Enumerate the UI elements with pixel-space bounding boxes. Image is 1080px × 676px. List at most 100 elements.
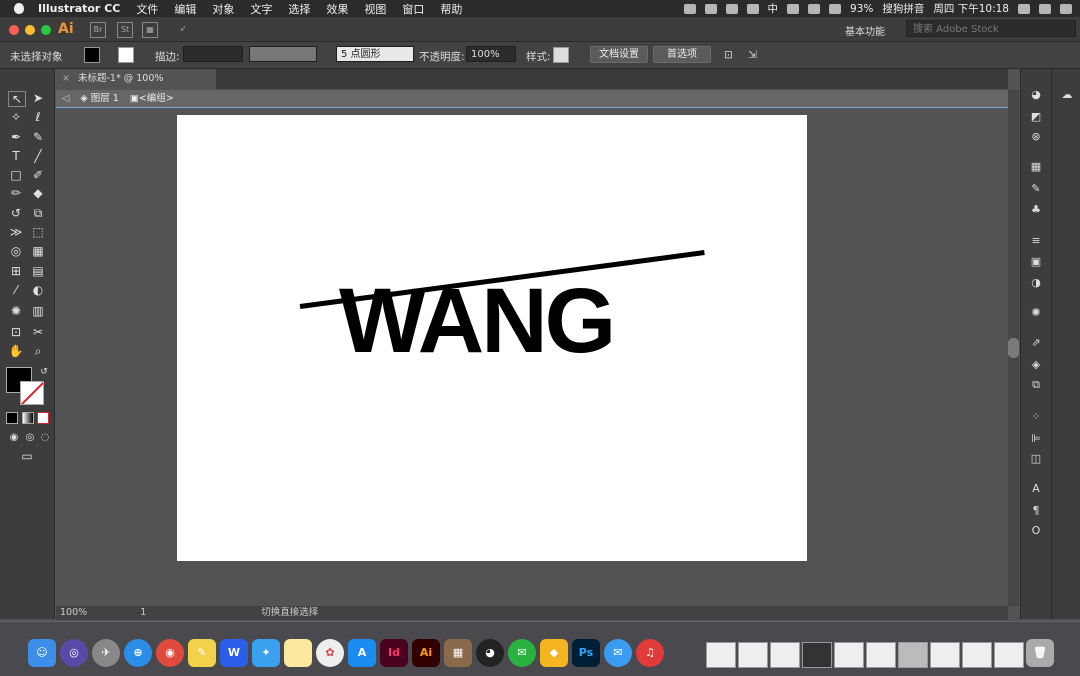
minimized-window-thumbnail[interactable]	[962, 642, 992, 668]
minimized-window-thumbnail[interactable]	[994, 642, 1024, 668]
minimized-window-thumbnail[interactable]	[834, 642, 864, 668]
cloud-icon[interactable]	[704, 3, 717, 14]
back-arrow-icon[interactable]: ◁	[62, 93, 69, 104]
wifi-icon[interactable]	[808, 3, 821, 14]
zoom-level-field[interactable]: 100%	[60, 607, 87, 618]
appearance-icon[interactable]: ✺	[1029, 307, 1043, 319]
siri-dock-icon[interactable]: ◎	[60, 639, 88, 667]
pen-tool-icon[interactable]: ✒	[8, 130, 24, 144]
slice-tool-icon[interactable]: ✂	[30, 325, 46, 339]
calculator-icon[interactable]: ▦	[444, 639, 472, 667]
volume-icon[interactable]	[829, 3, 842, 14]
ime-name[interactable]: 搜狗拼音	[882, 1, 924, 16]
blend-tool-icon[interactable]: ◐	[30, 283, 46, 297]
feishu-icon[interactable]: ✦	[252, 639, 280, 667]
trash-icon[interactable]: 🗑	[1026, 639, 1054, 667]
width-tool-icon[interactable]: ≫	[8, 225, 24, 239]
status-message[interactable]: 切换直接选择	[261, 607, 318, 618]
wps-icon[interactable]: W	[220, 639, 248, 667]
menu-file[interactable]: 文件	[136, 1, 158, 17]
app-menu[interactable]: Illustrator CC	[38, 2, 120, 15]
color-guide-icon[interactable]: ◩	[1029, 111, 1043, 123]
messages-icon[interactable]: ✉	[604, 639, 632, 667]
libraries-icon[interactable]: ⊛	[1029, 131, 1043, 143]
netease-music-icon[interactable]: ♫	[636, 639, 664, 667]
stroke-color-box[interactable]	[20, 381, 44, 405]
zoom-tool-icon[interactable]: ⌕	[30, 344, 46, 358]
qq-icon[interactable]: ◕	[476, 639, 504, 667]
indesign-icon[interactable]: Id	[380, 639, 408, 667]
artboard-tool-icon[interactable]: ⊡	[8, 325, 24, 339]
notes-app-icon[interactable]: ✎	[188, 639, 216, 667]
paragraph-panel-icon[interactable]: ¶	[1029, 505, 1043, 517]
creative-cloud-libraries-icon[interactable]: ☁	[1060, 89, 1074, 101]
breadcrumb-group[interactable]: <编组>	[139, 93, 174, 104]
character-panel-icon[interactable]: A	[1029, 483, 1043, 495]
menu-select[interactable]: 选择	[288, 1, 310, 17]
battery-percent[interactable]: 93%	[850, 3, 873, 15]
screen-mode-icon[interactable]: ▭	[19, 449, 35, 463]
hand-tool-icon[interactable]: ✋	[8, 344, 24, 358]
scale-tool-icon[interactable]: ⧉	[30, 206, 46, 220]
bridge-icon[interactable]: Br	[90, 22, 106, 38]
apple-menu-icon[interactable]	[14, 3, 24, 14]
mesh-tool-icon[interactable]: ⊞	[8, 264, 24, 278]
document-setup-button[interactable]: 文档设置	[590, 46, 648, 63]
eyedropper-tool-icon[interactable]: ⁄	[8, 283, 24, 297]
artboard-number-field[interactable]: 1	[140, 607, 146, 618]
swap-colors-icon[interactable]: ↺	[36, 365, 52, 379]
search-extension-icon[interactable]	[725, 3, 738, 14]
ime-indicator[interactable]: 中	[768, 1, 779, 16]
close-tab-icon[interactable]: ×	[62, 73, 70, 84]
brushes-icon[interactable]: ✎	[1029, 183, 1043, 195]
minimized-window-thumbnail[interactable]	[866, 642, 896, 668]
opacity-field[interactable]: 100%	[466, 46, 516, 62]
transparency-icon[interactable]: ◑	[1029, 277, 1043, 289]
siri-icon[interactable]	[1039, 3, 1051, 14]
menu-edit[interactable]: 编辑	[174, 1, 196, 17]
arrange-documents-icon[interactable]: ▦	[142, 22, 158, 38]
draw-behind-icon[interactable]: ◎	[22, 431, 38, 445]
photoshop-icon[interactable]: Ps	[572, 639, 600, 667]
symbols-icon[interactable]: ♣	[1029, 204, 1043, 216]
gradient-tool-icon[interactable]: ▤	[30, 264, 46, 278]
paintbrush-tool-icon[interactable]: ✐	[30, 168, 46, 182]
gpu-performance-icon[interactable]: ➶	[176, 22, 190, 36]
align-panel-icon[interactable]: ⊫	[1029, 433, 1043, 445]
menu-type[interactable]: 文字	[250, 1, 272, 17]
rotate-tool-icon[interactable]: ↺	[8, 206, 24, 220]
wechat-icon[interactable]	[683, 3, 696, 14]
zoom-window-icon[interactable]	[41, 25, 51, 35]
brush-definition[interactable]: 5 点圆形	[336, 46, 414, 62]
minimized-window-thumbnail[interactable]	[738, 642, 768, 668]
transform-icon[interactable]: ⇲	[748, 49, 757, 61]
stroke-swatch[interactable]	[118, 47, 134, 63]
clock[interactable]: 周四 下午10:18	[933, 1, 1009, 16]
wechat-dock-icon[interactable]: ✉	[508, 639, 536, 667]
artboards-panel-icon[interactable]: ⧉	[1029, 379, 1043, 391]
close-window-icon[interactable]	[9, 25, 19, 35]
chrome-icon[interactable]: ◉	[156, 639, 184, 667]
stroke-weight-field[interactable]	[183, 46, 243, 62]
direct-selection-tool-icon[interactable]: ➤	[30, 91, 46, 105]
transform-panel-icon[interactable]: ⁘	[1029, 411, 1043, 423]
gradient-panel-icon[interactable]: ▣	[1029, 256, 1043, 268]
wang-text-artwork[interactable]: WANG	[339, 275, 616, 367]
launchpad-icon[interactable]: ✈	[92, 639, 120, 667]
eraser-tool-icon[interactable]: ◆	[30, 186, 46, 200]
menu-object[interactable]: 对象	[212, 1, 234, 17]
menu-view[interactable]: 视图	[364, 1, 386, 17]
rectangle-tool-icon[interactable]: □	[8, 168, 24, 182]
perspective-grid-tool-icon[interactable]: ▦	[30, 244, 46, 258]
minimized-window-thumbnail[interactable]	[706, 642, 736, 668]
fill-swatch[interactable]	[84, 47, 100, 63]
pathfinder-icon[interactable]: ◫	[1029, 453, 1043, 465]
graphic-style-swatch[interactable]	[553, 47, 569, 63]
menu-window[interactable]: 窗口	[402, 1, 424, 17]
preferences-button[interactable]: 首选项	[653, 46, 711, 63]
bluetooth-icon[interactable]	[787, 3, 800, 14]
spotlight-icon[interactable]	[1018, 3, 1030, 14]
stroke-panel-icon[interactable]: ≡	[1029, 235, 1043, 247]
gradient-mode-icon[interactable]	[22, 412, 34, 424]
minimized-window-thumbnail[interactable]	[770, 642, 800, 668]
